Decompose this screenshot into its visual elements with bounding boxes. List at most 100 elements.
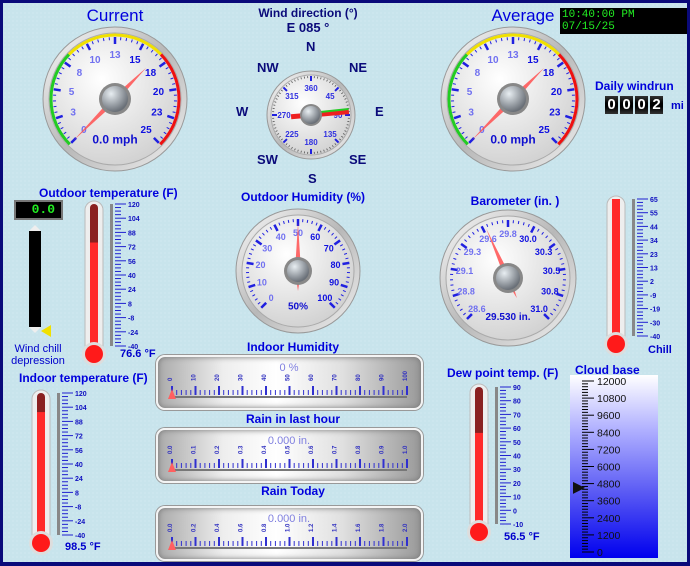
thermometer-label: -8: [128, 316, 134, 323]
linear-gauge-label: 1.2: [309, 523, 315, 532]
indoor-temp-thermometer: 120 104 88 72 56 40 24 8 -8 -24 -40: [29, 389, 87, 555]
gauge-minor-tick: [451, 289, 455, 292]
gauge-tick-label: 60: [310, 232, 320, 242]
odometer-digit: 0: [605, 96, 618, 114]
average-wind-title: Average: [491, 6, 555, 25]
gauge-tick-label: 13: [109, 50, 121, 61]
thermometer-label: 72: [128, 245, 136, 252]
gauge-minor-tick: [561, 289, 565, 292]
gauge-value-label: 0.0 mph: [92, 133, 137, 147]
dial-label: 135: [323, 130, 337, 139]
dial-label: 45: [326, 92, 335, 101]
gauge-tick-label: 29.8: [499, 229, 517, 239]
gauge-hub: [496, 266, 520, 290]
thermometer-label: 0: [513, 508, 517, 515]
linear-gauge-label: 0.9: [380, 445, 386, 454]
gauge-tick-label: 28.6: [468, 304, 486, 314]
cloud-base-label: 7200: [597, 444, 621, 456]
thermometer-bulb: [85, 345, 103, 363]
gauge-tick-label: 3: [468, 108, 474, 119]
linear-gauge-label: 0.4: [262, 445, 268, 454]
linear-gauge-label: 1.0: [403, 445, 409, 454]
gauge-hub: [102, 86, 128, 112]
wind-chill-bar: [29, 225, 41, 333]
thermometer-label: 56: [128, 259, 136, 266]
chill-thermometer: 65 55 44 34 23 13 2 -9 -19 -30 -40: [604, 195, 660, 356]
gauge-tick-label: 100: [317, 293, 332, 303]
thermometer-label: 80: [513, 399, 521, 406]
thermometer-label: 30: [513, 467, 521, 474]
rain-today-title: Rain Today: [261, 484, 325, 498]
linear-gauge-label: 0.4: [215, 523, 221, 532]
gauge-tick-label: 23: [151, 108, 163, 119]
gauge-minor-tick: [102, 38, 105, 42]
rain-hour-title: Rain in last hour: [245, 412, 340, 426]
gauge-tick-label: 29.1: [456, 266, 474, 276]
thermometer-label: 120: [75, 391, 87, 398]
gauge-tick-label: 3: [70, 108, 76, 119]
linear-gauge-label: 1.8: [380, 523, 386, 532]
cloud-base-label: 12000: [597, 376, 626, 388]
wind-direction-title: Wind direction (°): [258, 6, 358, 20]
linear-gauge-label: 80: [356, 374, 362, 381]
linear-gauge-label: 40: [262, 374, 268, 381]
linear-gauge-label: 0.6: [309, 445, 315, 454]
gauge-major-tick: [53, 88, 61, 92]
thermometer-mercury: [475, 432, 483, 528]
gauge-tick-label: 13: [507, 50, 519, 61]
dew-point-value: 56.5 °F: [504, 531, 540, 543]
cloud-base-label: 2400: [597, 513, 621, 525]
wind-direction-dial: 3604590135180225270315: [266, 70, 356, 160]
linear-gauge-label: 0.5: [286, 445, 292, 454]
gauge-tick-label: 0: [269, 293, 274, 303]
gauge-tick-label: 25: [141, 125, 153, 136]
gauge-tick-label: 23: [549, 108, 561, 119]
linear-gauge-pointer: [168, 462, 176, 472]
daily-windrun-odometer: 0 0 0 2: [605, 96, 663, 114]
cloud-base-label: 3600: [597, 496, 621, 508]
dial-hub: [302, 106, 320, 124]
thermometer-label: 90: [513, 385, 521, 392]
linear-gauge-label: 0.1: [192, 445, 198, 454]
dew-point-thermometer: 90 80 70 60 50 40 30 20 10 0 -10: [467, 383, 523, 544]
gauge-major-tick: [342, 261, 350, 266]
rain-hour-panel: 0.000 in. 0.0 0.1 0.2 0.3 0.4 0.5 0.6 0.7 0.8 0.9 1…: [156, 428, 423, 483]
gauge-tick-label: 28.8: [457, 287, 475, 297]
gauge-major-tick: [169, 88, 177, 92]
linear-gauge-label: 1.4: [333, 523, 339, 532]
barometer-gauge: 28.6 28.8 29.1 29.3 29.6 29.8 30.0 30.3 30.5 30.8…: [439, 209, 577, 347]
cloud-base-label: 4800: [597, 479, 621, 491]
gauge-tick-label: 10: [257, 278, 267, 288]
linear-gauge-label: 0.2: [215, 445, 221, 454]
thermometer-scale-bar: [495, 387, 498, 524]
thermometer-label: 72: [75, 434, 83, 441]
compass-w: W: [236, 104, 249, 119]
linear-gauge-label: 0.3: [239, 445, 245, 454]
thermometer-label: -30: [650, 320, 660, 327]
thermometer-label: 55: [650, 211, 658, 218]
gauge-minor-tick: [523, 38, 526, 42]
gauge-tick-label: 10: [89, 55, 101, 66]
gauge-value-label: 50%: [288, 301, 308, 312]
linear-gauge-label: 0: [168, 377, 174, 381]
thermometer-bulb: [470, 523, 488, 541]
thermometer-label: -9: [650, 293, 656, 300]
cloud-base-label: 1200: [597, 530, 621, 542]
thermometer-label: 56: [75, 448, 83, 455]
gauge-major-tick: [451, 88, 459, 92]
thermometer-label: 34: [650, 238, 658, 245]
gauge-minor-tick: [287, 219, 290, 223]
gauge-minor-tick: [54, 111, 58, 114]
indoor-humidity-title: Indoor Humidity: [247, 340, 339, 354]
gauge-tick-label: 29.3: [464, 247, 482, 257]
thermometer-label: 70: [513, 412, 521, 419]
current-wind-title: Current: [86, 6, 144, 25]
gauge-hub: [500, 86, 526, 112]
thermometer-label: -24: [75, 519, 85, 526]
gauge-minor-tick: [306, 219, 309, 223]
thermometer-label: 20: [513, 481, 521, 488]
wind-direction-reading: E 085 °: [286, 20, 330, 35]
gauge-tick-label: 5: [467, 87, 473, 98]
gauge-value-label: 29.530 in.: [485, 312, 530, 323]
linear-gauge-label: 0.0: [168, 523, 174, 532]
